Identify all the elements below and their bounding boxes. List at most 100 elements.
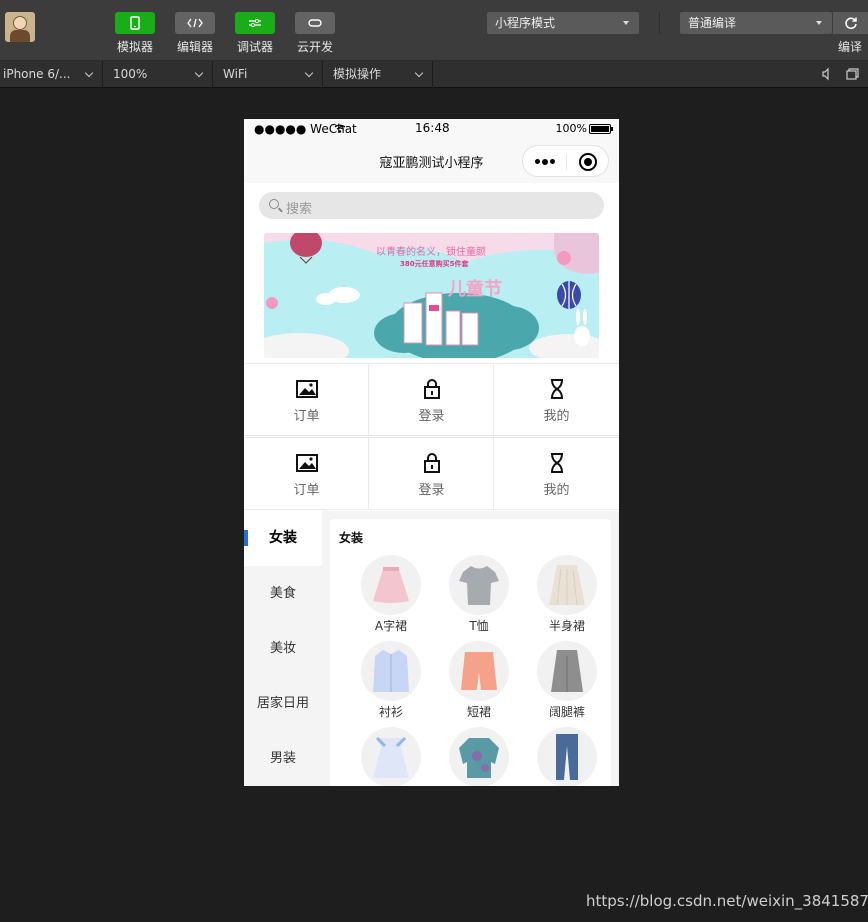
grid-item-orders[interactable]: 订单 [244, 438, 369, 510]
mode-select[interactable]: 小程序模式 [487, 12, 639, 34]
banner-brand: 儿童节 [448, 279, 502, 300]
phone-icon [115, 12, 155, 34]
category-item-home[interactable]: 居家日用 [244, 676, 322, 731]
chevron-down-icon [194, 68, 204, 78]
grid-item-label: 我的 [543, 409, 570, 424]
compile-select-value: 普通编译 [688, 16, 737, 30]
grid-item-orders[interactable]: 订单 [244, 364, 369, 436]
watermark-text: https://blog.csdn.net/weixin_38415876 [586, 892, 868, 910]
mode-select-value: 小程序模式 [495, 16, 556, 30]
close-miniprogram-icon[interactable] [579, 153, 597, 171]
more-icon[interactable] [535, 158, 555, 165]
category-item-women[interactable]: 女装 [244, 511, 322, 566]
nav-bar: 寇亚鹏测试小程序 [244, 139, 619, 183]
product-image [361, 641, 421, 701]
ops-select-value: 模拟操作 [333, 67, 382, 81]
category-item-men[interactable]: 男装 [244, 731, 322, 786]
category-sidebar: 女装 美食 美妆 居家日用 男装 [244, 511, 322, 786]
product-item[interactable]: 短裙 [444, 641, 514, 720]
cloud-icon [295, 12, 335, 34]
product-item[interactable]: 阔腿裤 [532, 641, 602, 720]
battery-text: 100% [555, 122, 587, 135]
banner-image[interactable]: 以青春的名义，锁住童颜 380元任意购买5件套 儿童节 [264, 233, 599, 358]
debug-icon [235, 12, 275, 34]
shortcut-grid-row: 订单 登录 我的 [244, 363, 619, 436]
product-item[interactable] [532, 727, 602, 786]
product-name: 衬衫 [378, 705, 403, 719]
grid-item-login[interactable]: 登录 [369, 438, 494, 510]
product-name: 短裙 [466, 705, 491, 719]
product-image [537, 727, 597, 786]
category-label: 美食 [269, 586, 296, 601]
grid-item-label: 登录 [418, 409, 445, 424]
chevron-down-icon [304, 68, 314, 78]
product-name: A字裙 [374, 619, 408, 633]
grid-item-mine[interactable]: 我的 [494, 438, 619, 510]
grid-item-login[interactable]: 登录 [369, 364, 494, 436]
product-item[interactable] [444, 727, 514, 786]
debugger-button[interactable]: 调试器 [235, 12, 275, 55]
editor-button[interactable]: 编辑器 [175, 12, 215, 55]
grid-item-label: 登录 [418, 483, 445, 498]
product-name: 阔腿裤 [548, 705, 585, 719]
capsule-menu[interactable] [522, 145, 609, 177]
refresh-icon [844, 17, 857, 30]
product-name: T恤 [469, 619, 489, 633]
phone-simulator: ●●●●● WeChat 16:48 100% 寇亚鹏测试小程序 搜索 以青春的… [244, 119, 619, 786]
image-icon [296, 380, 318, 398]
compile-button[interactable] [833, 12, 868, 34]
product-image [361, 555, 421, 615]
product-item[interactable]: A字裙 [356, 555, 426, 634]
search-placeholder: 搜索 [286, 202, 313, 217]
device-select[interactable]: iPhone 6/... [0, 61, 103, 88]
product-image [449, 727, 509, 786]
zoom-select[interactable]: 100% [103, 61, 213, 88]
ops-select[interactable]: 模拟操作 [323, 61, 433, 88]
product-item[interactable]: 半身裙 [532, 555, 602, 634]
cloud-label: 云开发 [296, 40, 333, 54]
hourglass-icon [551, 453, 563, 473]
status-time: 16:48 [415, 121, 450, 135]
product-item[interactable]: 衬衫 [356, 641, 426, 720]
product-name: 半身裙 [548, 619, 585, 633]
chevron-down-icon [84, 68, 94, 78]
debugger-label: 调试器 [236, 40, 273, 54]
editor-label: 编辑器 [176, 40, 213, 54]
simulator-settings-bar: iPhone 6/... 100% WiFi 模拟操作 [0, 61, 868, 88]
lock-icon [424, 379, 440, 399]
code-icon [175, 12, 215, 34]
category-label: 居家日用 [256, 696, 309, 711]
product-item[interactable] [356, 727, 426, 786]
speaker-icon[interactable] [820, 67, 834, 81]
category-label: 女装 [269, 530, 297, 546]
window-icon[interactable] [845, 67, 859, 81]
cloud-button[interactable]: 云开发 [295, 12, 335, 55]
product-image [537, 555, 597, 615]
grid-item-label: 订单 [293, 409, 320, 424]
product-card: 女装 A字裙 T恤 半身裙 衬衫 短裙 阔腿裤 [330, 519, 611, 786]
product-image [449, 641, 509, 701]
simulator-label: 模拟器 [116, 40, 153, 54]
grid-item-label: 订单 [293, 483, 320, 498]
product-image [537, 641, 597, 701]
category-item-beauty[interactable]: 美妆 [244, 621, 322, 676]
ide-toolbar: 模拟器 编辑器 调试器 云开发 小程序模式 普通编译 编译 [0, 0, 868, 61]
zoom-select-value: 100% [113, 67, 148, 81]
image-icon [296, 454, 318, 472]
simulator-button[interactable]: 模拟器 [115, 12, 155, 55]
lock-icon [424, 453, 440, 473]
compile-select[interactable]: 普通编译 [680, 12, 832, 34]
grid-item-mine[interactable]: 我的 [494, 364, 619, 436]
search-input[interactable]: 搜索 [259, 192, 604, 219]
status-bar: ●●●●● WeChat 16:48 100% [244, 119, 619, 139]
battery-icon [589, 124, 613, 134]
product-item[interactable]: T恤 [444, 555, 514, 634]
category-item-food[interactable]: 美食 [244, 566, 322, 621]
shortcut-grid-row: 订单 登录 我的 [244, 437, 619, 510]
network-select-value: WiFi [223, 67, 248, 81]
panel-title: 女装 [339, 531, 364, 545]
chevron-down-icon [414, 68, 424, 78]
network-select[interactable]: WiFi [213, 61, 323, 88]
avatar[interactable] [5, 12, 35, 42]
wifi-icon [334, 124, 346, 133]
